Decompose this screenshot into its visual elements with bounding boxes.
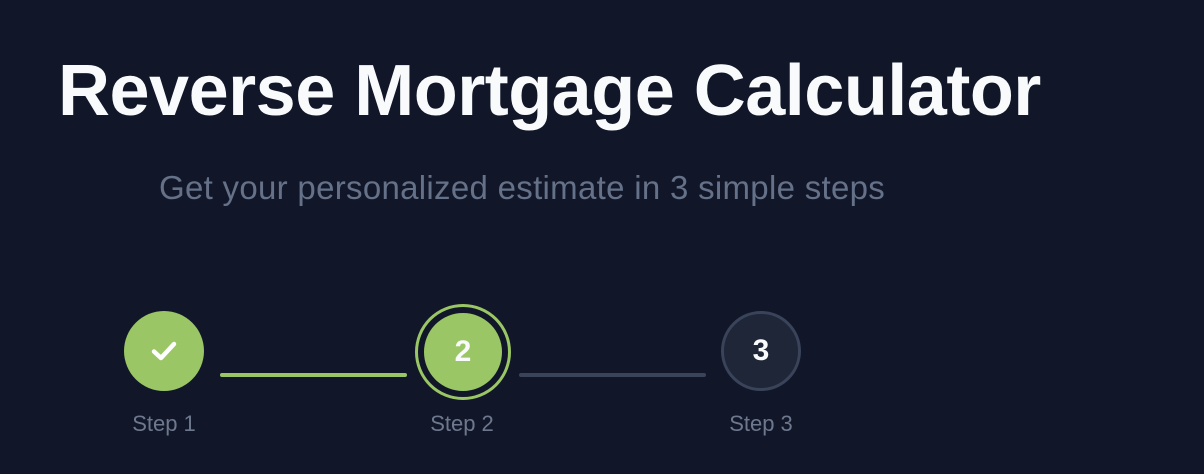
step-2-label: Step 2 [430, 411, 494, 436]
progress-stepper: 2 3 Step 1 Step 2 Step 3 [0, 0, 1204, 474]
step-2-indicator[interactable]: 2 [422, 311, 504, 393]
check-icon [151, 341, 177, 361]
step-3-label: Step 3 [729, 411, 793, 436]
calculator-page: Reverse Mortgage Calculator Get your per… [0, 0, 1204, 474]
step-connector-completed [220, 373, 407, 377]
step-1-indicator[interactable] [124, 311, 204, 391]
step-connector-upcoming [519, 373, 706, 377]
step-3-indicator[interactable]: 3 [721, 311, 801, 391]
step-2-number: 2 [454, 335, 472, 368]
step-3-number: 3 [752, 334, 770, 367]
step-1-label: Step 1 [132, 411, 196, 436]
